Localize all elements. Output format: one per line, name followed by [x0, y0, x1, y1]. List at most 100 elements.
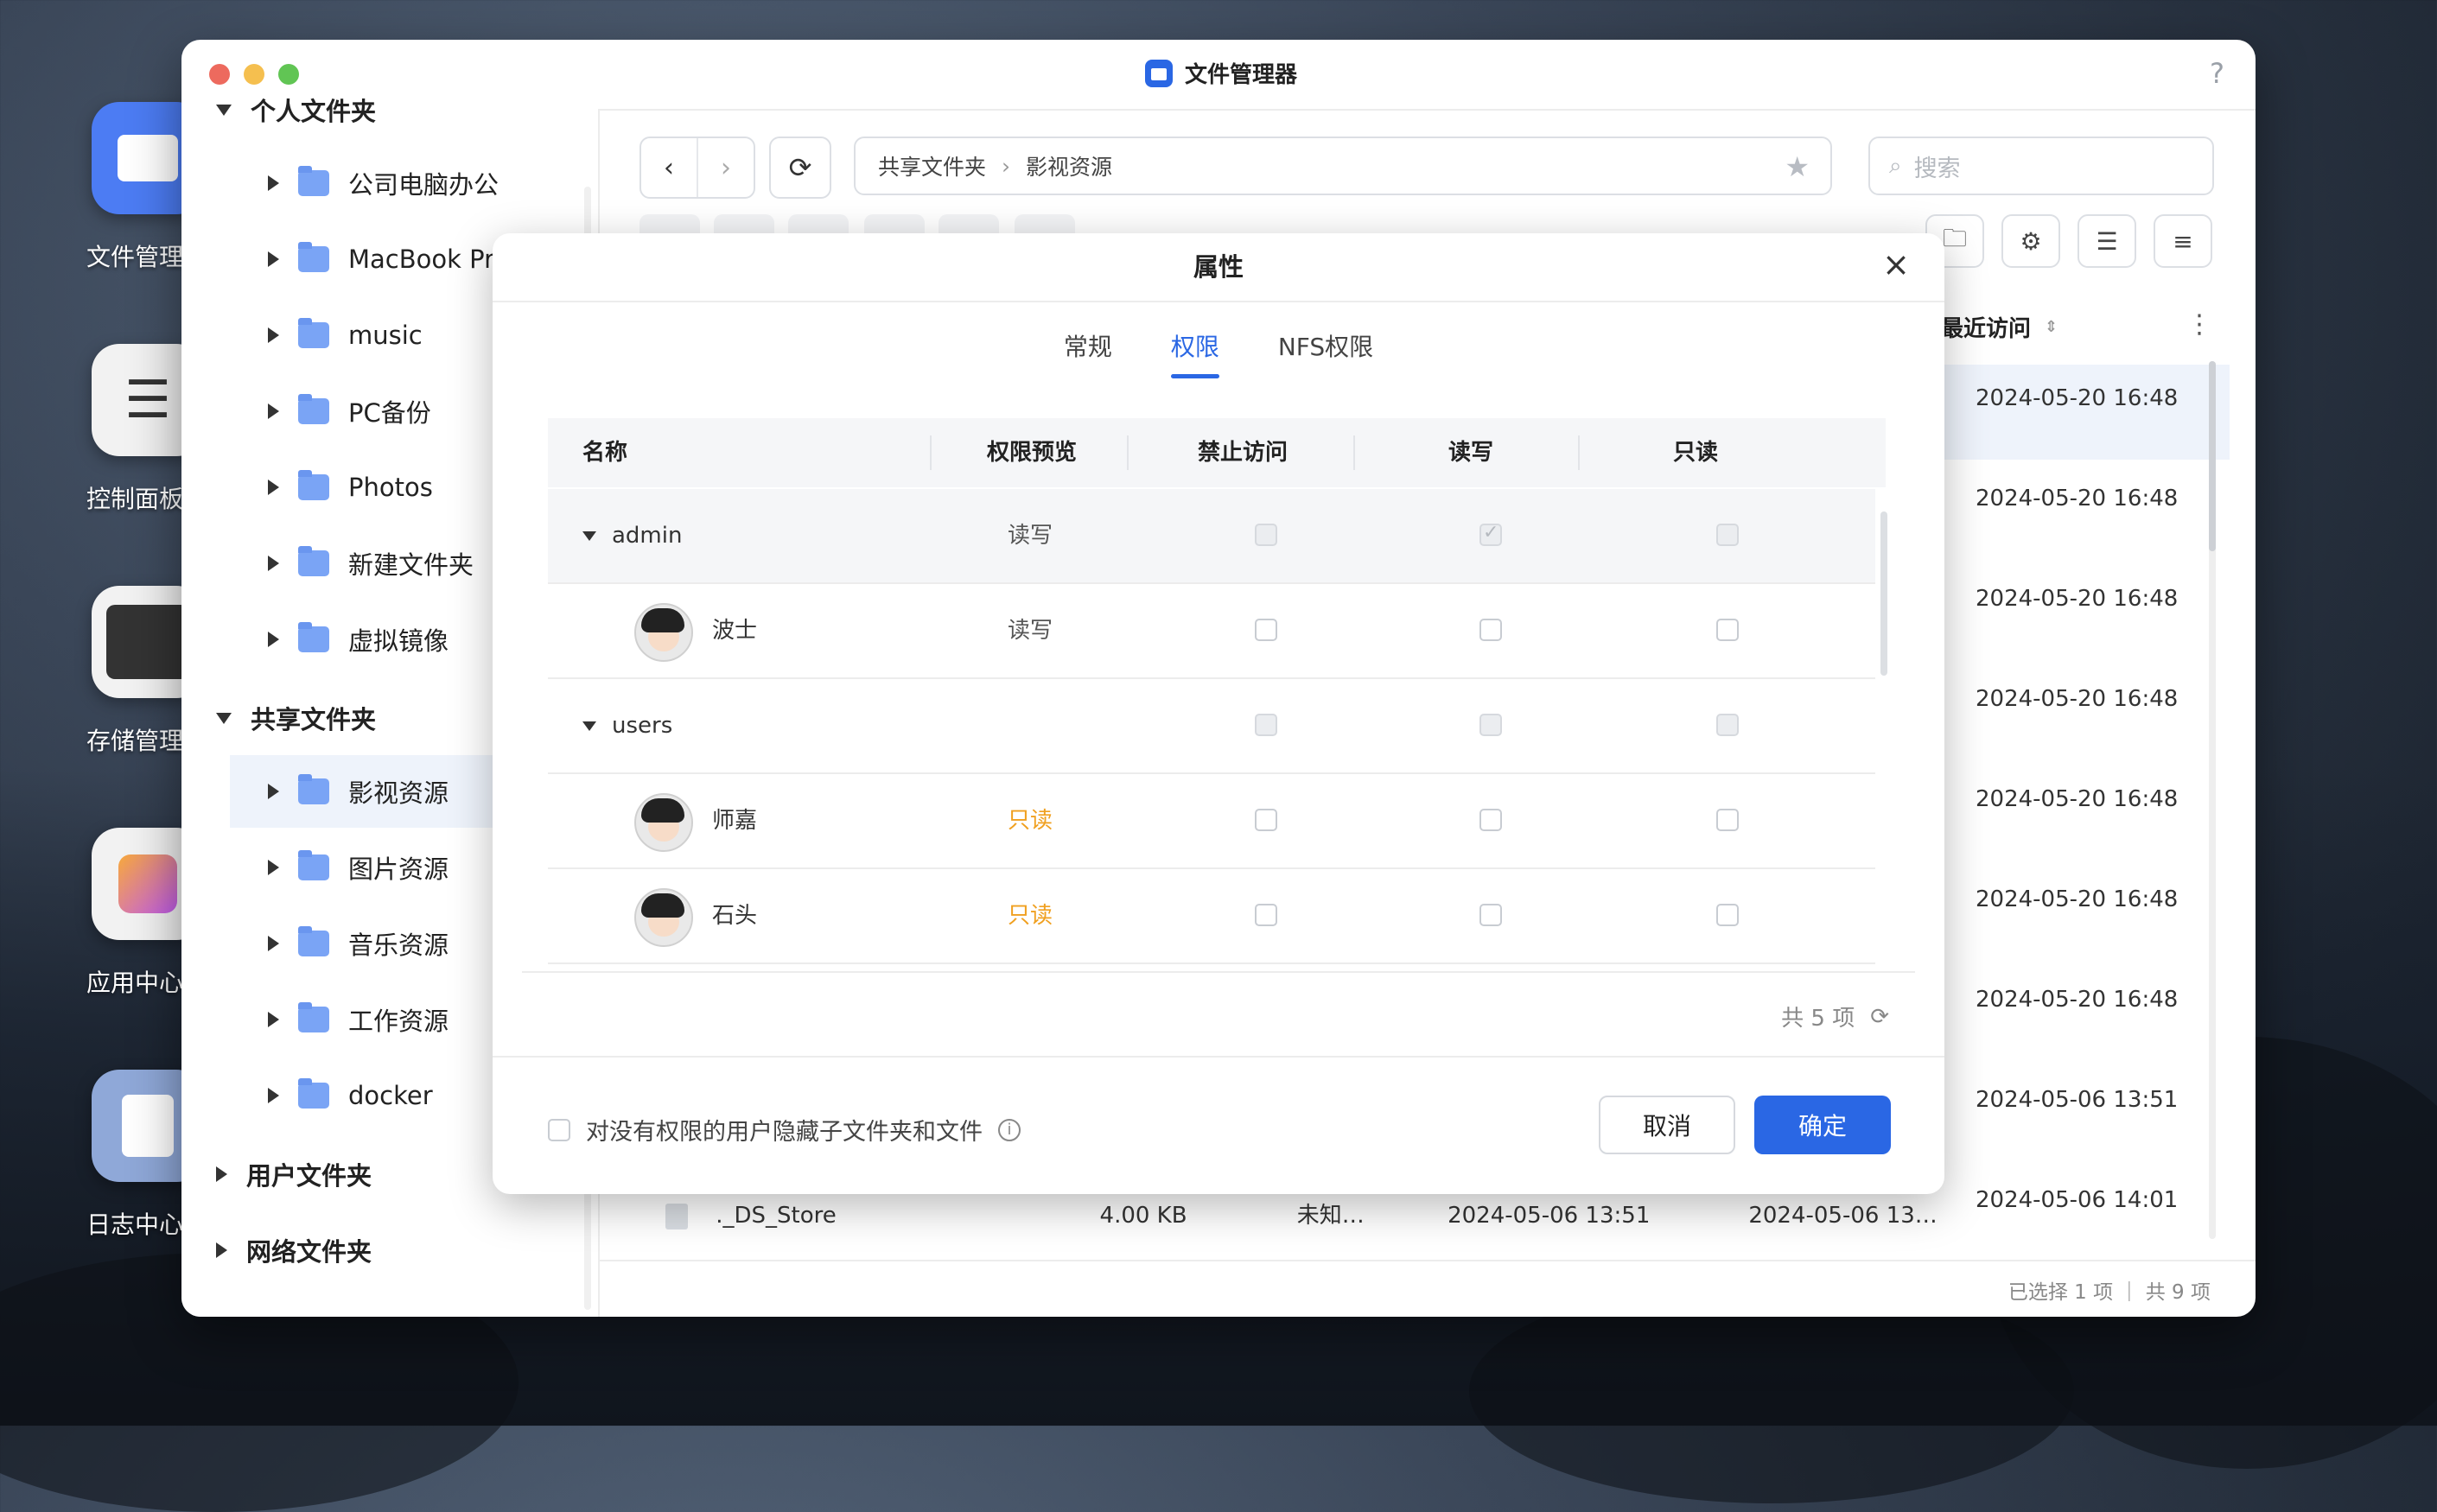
table-row[interactable]: users: [548, 679, 1875, 774]
back-button[interactable]: ‹: [641, 138, 698, 197]
sidebar-item[interactable]: PC备份: [268, 375, 431, 448]
desktop-icon-label[interactable]: 控制面板: [86, 480, 183, 515]
deny-access-checkbox[interactable]: [1255, 904, 1277, 926]
caret-right-icon[interactable]: [268, 327, 279, 343]
last-access-column-header[interactable]: 最近访问 ⇕: [1941, 311, 2058, 343]
sidebar-item[interactable]: MacBook Pro: [268, 223, 509, 295]
settings-gear-icon[interactable]: ⚙: [2001, 214, 2060, 268]
forward-button[interactable]: ›: [698, 138, 754, 197]
refresh-button[interactable]: ⟳: [769, 137, 831, 199]
caret-right-icon[interactable]: [268, 1088, 279, 1103]
avatar: [634, 793, 693, 852]
table-row[interactable]: 师嘉 只读: [548, 774, 1875, 869]
caret-right-icon[interactable]: [268, 784, 279, 799]
column-separator: [1578, 435, 1580, 470]
caret-right-icon[interactable]: [268, 480, 279, 495]
hide-subfolders-checkbox[interactable]: [548, 1118, 570, 1141]
sidebar-item[interactable]: 工作资源: [268, 983, 449, 1056]
caret-right-icon[interactable]: [268, 1012, 279, 1027]
search-input[interactable]: ⌕ 搜索: [1868, 137, 2214, 195]
info-icon[interactable]: i: [998, 1118, 1021, 1141]
deny-access-checkbox[interactable]: [1255, 809, 1277, 831]
desktop-icon-label[interactable]: 应用中心: [86, 964, 183, 999]
caret-right-icon[interactable]: [216, 1242, 227, 1258]
sidebar-item[interactable]: 新建文件夹: [268, 527, 474, 600]
sidebar-item[interactable]: music: [268, 299, 423, 372]
column-menu-icon[interactable]: ⋮: [2186, 309, 2212, 340]
caret-right-icon[interactable]: [268, 251, 279, 267]
desktop-icon-label[interactable]: 文件管理: [86, 238, 183, 273]
caret-right-icon[interactable]: [268, 860, 279, 875]
cancel-button[interactable]: 取消: [1599, 1096, 1735, 1154]
deny-access-checkbox[interactable]: [1255, 619, 1277, 641]
sidebar-group[interactable]: 用户文件夹: [216, 1156, 372, 1192]
view-mode-icon[interactable]: ☰: [2077, 214, 2136, 268]
confirm-button[interactable]: 确定: [1754, 1096, 1891, 1154]
permission-table-scrollbar[interactable]: [1880, 511, 1887, 676]
table-row[interactable]: 石头 只读: [548, 869, 1875, 964]
read-write-checkbox[interactable]: [1479, 619, 1502, 641]
read-only-checkbox[interactable]: [1716, 809, 1739, 831]
file-name: ._DS_Store: [716, 1203, 837, 1229]
sidebar-item[interactable]: 图片资源: [268, 831, 449, 904]
folder-icon: [298, 470, 329, 500]
close-icon[interactable]: ×: [1882, 245, 1910, 283]
permission-preview: 只读: [1008, 903, 1053, 929]
sort-icon[interactable]: ≡: [2154, 214, 2212, 268]
sidebar-item[interactable]: Photos: [268, 451, 433, 524]
tab-permissions[interactable]: 权限: [1170, 328, 1219, 378]
last-access-cell: 2024-05-20 16:48: [1976, 586, 2179, 612]
caret-down-icon[interactable]: [216, 712, 232, 724]
minimize-window-button[interactable]: [244, 64, 264, 85]
deny-access-checkbox[interactable]: [1255, 714, 1277, 736]
tab-nfs-permissions[interactable]: NFS权限: [1278, 328, 1373, 378]
read-write-checkbox[interactable]: [1479, 714, 1502, 736]
desktop-icon-label[interactable]: 日志中心: [86, 1206, 183, 1241]
breadcrumb-item[interactable]: 影视资源: [1026, 150, 1112, 181]
sidebar-group[interactable]: 网络文件夹: [216, 1232, 372, 1268]
close-window-button[interactable]: [209, 64, 230, 85]
maximize-window-button[interactable]: [278, 64, 299, 85]
desktop-icon-label[interactable]: 存储管理: [86, 722, 183, 757]
read-write-checkbox[interactable]: [1479, 809, 1502, 831]
sidebar-group[interactable]: 共享文件夹: [216, 700, 376, 736]
sidebar-item[interactable]: 音乐资源: [268, 907, 449, 980]
user-name: 石头: [712, 903, 758, 929]
breadcrumb[interactable]: 共享文件夹 › 影视资源 ★: [854, 137, 1832, 195]
read-write-checkbox[interactable]: [1479, 522, 1502, 546]
read-write-checkbox[interactable]: [1479, 904, 1502, 926]
hide-subfolders-option[interactable]: 对没有权限的用户隐藏子文件夹和文件 i: [548, 1113, 1021, 1147]
caret-right-icon[interactable]: [216, 1166, 227, 1182]
caret-right-icon[interactable]: [268, 403, 279, 419]
column-header-name: 名称: [582, 440, 628, 466]
sidebar-item[interactable]: 公司电脑办公: [268, 147, 499, 219]
caret-right-icon[interactable]: [268, 556, 279, 571]
tab-general[interactable]: 常规: [1064, 328, 1112, 378]
caret-down-icon[interactable]: [216, 104, 232, 116]
sidebar-item[interactable]: docker: [268, 1059, 433, 1132]
table-row[interactable]: ._DS_Store 4.00 KB 未知… 2024-05-06 13:51 …: [665, 1198, 1973, 1229]
help-icon[interactable]: ?: [2210, 57, 2224, 90]
caret-right-icon[interactable]: [268, 175, 279, 191]
deny-access-checkbox[interactable]: [1255, 524, 1277, 546]
caret-right-icon[interactable]: [268, 936, 279, 951]
read-only-checkbox[interactable]: [1716, 524, 1739, 546]
file-type: 未知…: [1296, 1203, 1365, 1229]
sidebar-group[interactable]: 个人文件夹: [216, 92, 376, 128]
read-only-checkbox[interactable]: [1716, 714, 1739, 736]
file-list-scrollbar-thumb[interactable]: [2209, 361, 2216, 551]
caret-down-icon[interactable]: [582, 531, 596, 541]
read-only-checkbox[interactable]: [1716, 619, 1739, 641]
breadcrumb-item[interactable]: 共享文件夹: [878, 150, 986, 181]
group-name[interactable]: users: [582, 679, 672, 772]
sidebar-item-label: 影视资源: [348, 778, 449, 808]
read-only-checkbox[interactable]: [1716, 904, 1739, 926]
favorite-star-icon[interactable]: ★: [1785, 150, 1810, 183]
group-name[interactable]: admin: [582, 489, 682, 582]
caret-right-icon[interactable]: [268, 632, 279, 647]
table-row[interactable]: 波士 读写: [548, 584, 1875, 679]
caret-down-icon[interactable]: [582, 721, 596, 731]
reload-icon[interactable]: ⟳: [1870, 1004, 1889, 1030]
sidebar-item[interactable]: 虚拟镜像: [268, 603, 449, 676]
table-row[interactable]: admin 读写: [548, 489, 1875, 584]
